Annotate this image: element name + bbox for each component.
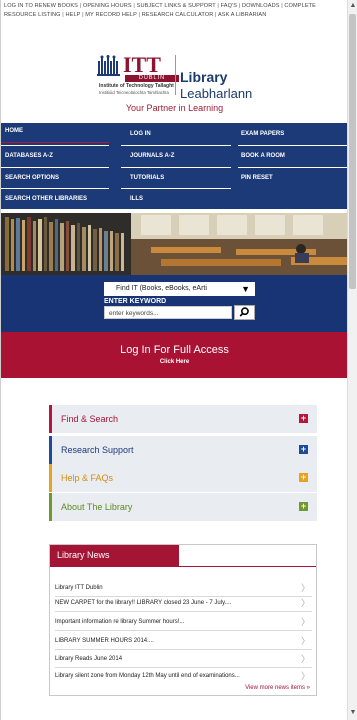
news-item[interactable]: NEW CARPET for the library!! LIBRARY clo… bbox=[55, 596, 312, 612]
catalogue-search: Find IT (Books, eBooks, eArti ▼ ENTER KE… bbox=[1, 275, 348, 332]
search-icon bbox=[239, 307, 249, 317]
top-link-opening-hours[interactable]: OPENING HOURS bbox=[83, 3, 132, 9]
chevron-right-icon: 〉 bbox=[300, 654, 310, 664]
news-item[interactable]: Library ITT Dublin 〉 bbox=[55, 581, 312, 597]
scroll-down-arrow-icon[interactable]: ▼ bbox=[349, 708, 357, 718]
search-scope-select[interactable]: Find IT (Books, eBooks, eArti ▼ bbox=[104, 282, 255, 296]
news-item[interactable]: LIBRARY SUMMER HOURS 2014.... 〉 bbox=[55, 634, 312, 650]
dublin-label: DUBLIN bbox=[125, 75, 179, 82]
news-item[interactable]: Library Reads June 2014 〉 bbox=[55, 652, 312, 668]
scrollbar-thumb[interactable] bbox=[349, 14, 356, 289]
nav-ills[interactable]: ILLS bbox=[126, 189, 226, 210]
plus-icon: + bbox=[299, 472, 308, 482]
accordion-label: About The Library bbox=[61, 502, 133, 512]
accordion-label: Find & Search bbox=[61, 414, 119, 424]
news-item[interactable]: Library silent zone from Monday 12th May… bbox=[55, 669, 312, 684]
itt-crest-icon bbox=[97, 55, 120, 76]
top-link-downloads[interactable]: DOWNLOADS bbox=[242, 3, 280, 9]
accordion-label: Research Support bbox=[61, 445, 134, 455]
top-link-research-calculator[interactable]: RESEARCH CALCULATOR bbox=[142, 12, 214, 18]
view-more-news-link[interactable]: View more news items » bbox=[245, 685, 310, 691]
plus-icon: + bbox=[299, 444, 308, 454]
itt-library-logo[interactable]: ITT DUBLIN Institute of Technology Talla… bbox=[97, 52, 252, 101]
library-title-irish: Leabharlann bbox=[180, 86, 253, 101]
nav-log-in[interactable]: LOG IN bbox=[126, 124, 226, 145]
search-button[interactable] bbox=[234, 305, 255, 320]
library-interior-photo bbox=[1, 213, 348, 275]
login-banner-subtitle: Click Here bbox=[159, 359, 190, 365]
accordion-help-faqs[interactable]: Help & FAQs + bbox=[49, 464, 317, 492]
login-banner-title: Log In For Full Access bbox=[120, 344, 229, 356]
library-homepage: LOG IN TO RENEW BOOKS | OPENING HOURS | … bbox=[0, 0, 348, 720]
chevron-right-icon: 〉 bbox=[300, 671, 310, 681]
accordion-research-support[interactable]: Research Support + bbox=[49, 436, 317, 464]
chevron-right-icon: 〉 bbox=[300, 583, 310, 593]
nav-journals[interactable]: JOURNALS A-Z bbox=[126, 146, 226, 167]
top-link-faqs[interactable]: FAQ'S bbox=[221, 3, 238, 9]
tagline: Your Partner in Learning bbox=[125, 103, 224, 113]
chevron-right-icon: 〉 bbox=[300, 617, 310, 627]
dropdown-arrow-icon: ▼ bbox=[241, 284, 250, 294]
vertical-scrollbar[interactable]: ▲ ▼ bbox=[347, 0, 357, 720]
nav-home[interactable]: HOME bbox=[1, 123, 116, 144]
nav-tutorials[interactable]: TUTORIALS bbox=[126, 168, 226, 189]
itt-wordmark: ITT bbox=[123, 52, 161, 77]
top-link-ask-librarian[interactable]: ASK A LIBRARIAN bbox=[218, 12, 266, 18]
keyword-label: ENTER KEYWORD bbox=[104, 298, 167, 305]
login-banner[interactable]: Log In For Full Access Click Here bbox=[1, 332, 348, 378]
chevron-right-icon: 〉 bbox=[300, 636, 310, 646]
main-nav: HOME LOG IN EXAM PAPERS DATABASES A-Z JO… bbox=[1, 123, 348, 209]
nav-home-underline bbox=[1, 142, 109, 143]
top-link-my-record-help[interactable]: MY RECORD HELP bbox=[85, 12, 137, 18]
accordion-label: Help & FAQs bbox=[61, 473, 114, 483]
news-item[interactable]: Important information re library Summer … bbox=[55, 615, 312, 631]
accordion-find-search[interactable]: Find & Search + bbox=[49, 405, 317, 433]
plus-icon: + bbox=[299, 501, 308, 511]
nav-search-other-libraries[interactable]: SEARCH OTHER LIBRARIES bbox=[1, 189, 119, 210]
accordion-about-library[interactable]: About The Library + bbox=[49, 493, 317, 521]
library-news-panel: Library News Library ITT Dublin 〉 NEW CAR… bbox=[49, 544, 317, 696]
top-links-bar: LOG IN TO RENEW BOOKS | OPENING HOURS | … bbox=[4, 3, 316, 18]
nav-exam-papers[interactable]: EXAM PAPERS bbox=[237, 124, 337, 145]
nav-book-room[interactable]: BOOK A ROOM bbox=[237, 146, 337, 167]
nav-pin-reset[interactable]: PIN RESET bbox=[237, 168, 337, 189]
top-link-subject-links[interactable]: SUBJECT LINKS & SUPPORT bbox=[137, 3, 216, 9]
nav-databases[interactable]: DATABASES A-Z bbox=[1, 146, 116, 167]
news-heading-rule bbox=[50, 566, 316, 567]
top-link-renew-books[interactable]: LOG IN TO RENEW BOOKS bbox=[4, 3, 78, 9]
search-scope-value: Find IT (Books, eBooks, eArti bbox=[116, 285, 207, 292]
scroll-up-arrow-icon[interactable]: ▲ bbox=[349, 1, 357, 11]
top-link-help[interactable]: HELP bbox=[66, 12, 81, 18]
institute-name-irish: Institiúid Teicneolaíochta Tamhlachta bbox=[99, 90, 169, 95]
institute-name: Institute of Technology Tallaght bbox=[99, 83, 174, 89]
logo-divider bbox=[175, 55, 176, 95]
keyword-input[interactable]: enter keywords... bbox=[104, 306, 232, 319]
nav-search-options[interactable]: SEARCH OPTIONS bbox=[1, 168, 116, 189]
news-heading: Library News bbox=[50, 545, 179, 567]
plus-icon: + bbox=[299, 413, 308, 423]
library-title: Library bbox=[180, 69, 228, 85]
chevron-right-icon: 〉 bbox=[300, 598, 310, 608]
